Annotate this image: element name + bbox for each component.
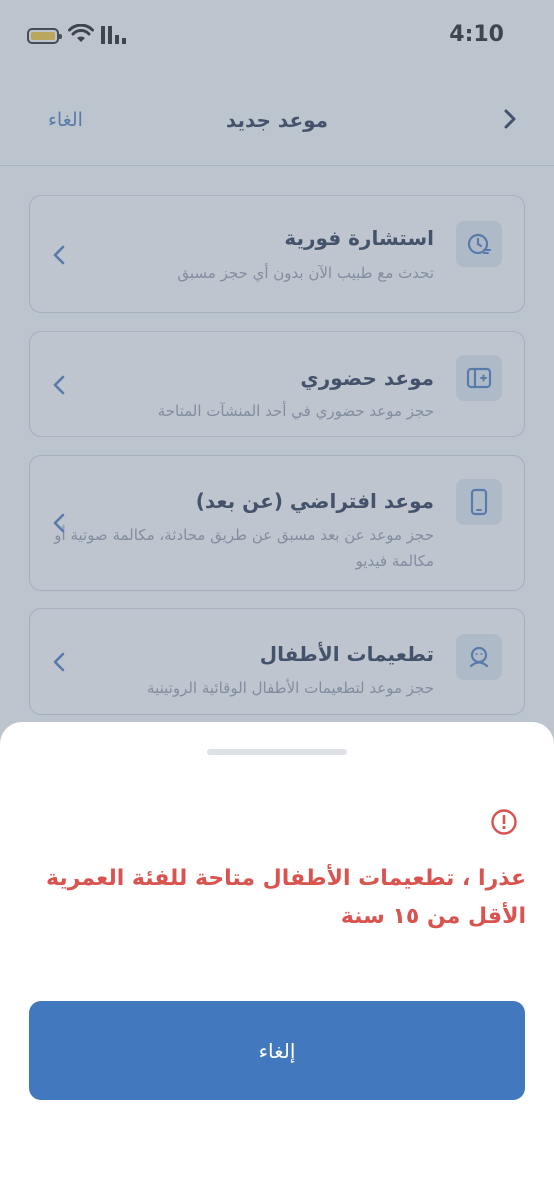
bottom-sheet: عذرا ، تطعيمات الأطفال متاحة للفئة العمر…: [0, 722, 554, 1200]
alert-circle-icon: [491, 809, 517, 835]
error-message: عذرا ، تطعيمات الأطفال متاحة للفئة العمر…: [45, 866, 526, 929]
sheet-drag-handle[interactable]: [207, 749, 347, 755]
cancel-button[interactable]: إلغاء: [29, 1001, 525, 1100]
screen: 4:10 الغاء موعد جديد استشارة فورية تحدث …: [0, 0, 554, 1200]
